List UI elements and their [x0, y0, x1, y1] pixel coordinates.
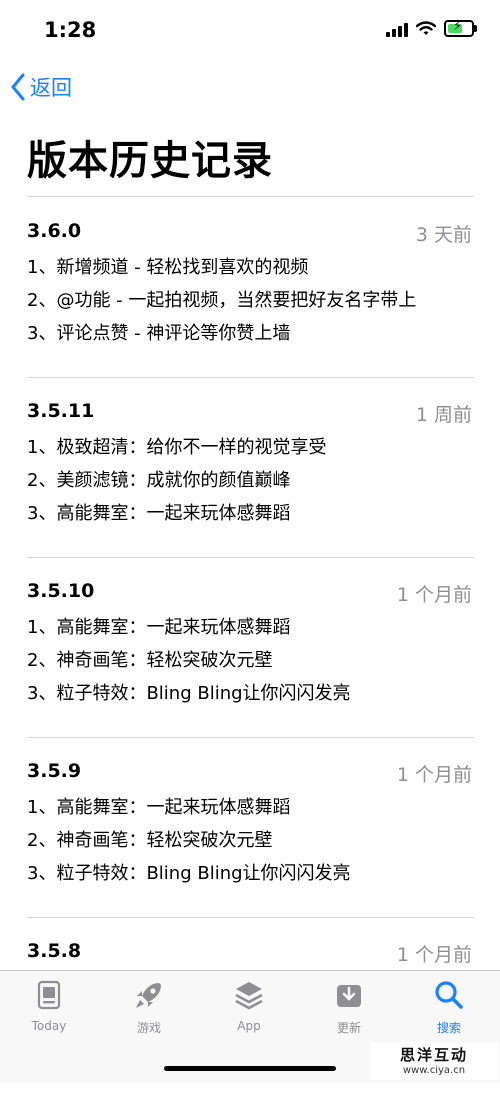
- page-title: 版本历史记录: [27, 138, 273, 184]
- status-time: 1:28: [44, 18, 97, 42]
- tab-games[interactable]: 游戏: [109, 979, 189, 1036]
- release-note: 1、高能舞室：一起来玩体感舞蹈: [27, 797, 291, 818]
- tab-label: 更新: [336, 1021, 361, 1035]
- chevron-left-icon: [11, 73, 25, 101]
- version-entry: 3.6.0 3 天前 1、新增频道 - 轻松找到喜欢的视频 2、@功能 - 一起…: [27, 198, 474, 378]
- back-button[interactable]: 返回: [10, 72, 72, 102]
- back-label: 返回: [30, 76, 72, 100]
- download-tray-icon: [337, 985, 361, 1007]
- release-note: 2、神奇画笔：轻松突破次元壁: [27, 650, 273, 671]
- version-number: 3.5.8: [27, 940, 82, 962]
- today-icon: [37, 980, 61, 1010]
- tab-apps[interactable]: App: [209, 979, 289, 1033]
- title-divider: [27, 196, 474, 197]
- app-stack-icon: [235, 982, 263, 1010]
- watermark-text: 思洋互动: [399, 1046, 468, 1064]
- version-date: 1 个月前: [396, 764, 472, 786]
- tab-label: App: [237, 1019, 261, 1033]
- version-number: 3.6.0: [27, 220, 82, 242]
- version-date: 1 个月前: [396, 584, 472, 606]
- cellular-signal-icon: [386, 21, 408, 37]
- status-icons: ⚡: [386, 19, 477, 37]
- release-note: 3、评论点赞 - 神评论等你赞上墙: [27, 323, 291, 344]
- release-note: 1、高能舞室：一起来玩体感舞蹈: [27, 617, 291, 638]
- tab-label: Today: [31, 1019, 67, 1033]
- version-number: 3.5.11: [27, 400, 95, 422]
- version-number: 3.5.10: [27, 580, 95, 602]
- version-date: 3 天前: [415, 224, 472, 246]
- rocket-icon: [136, 983, 161, 1008]
- release-notes: 1、新增频道 - 轻松找到喜欢的视频 2、@功能 - 一起拍视频，当然要把好友名…: [27, 251, 416, 350]
- battery-icon: ⚡: [444, 19, 477, 37]
- release-notes: 1、高能舞室：一起来玩体感舞蹈 2、神奇画笔：轻松突破次元壁 3、粒子特效：Bl…: [27, 791, 351, 890]
- wifi-icon: [416, 21, 436, 35]
- version-date: 1 周前: [415, 404, 472, 426]
- tab-label: 搜索: [436, 1021, 461, 1035]
- watermark: 思洋互动 www.ciya.cn: [370, 1042, 498, 1080]
- release-notes: 1、极致超清：给你不一样的视觉享受 2、美颜滤镜：成就你的颜值巅峰 3、高能舞室…: [27, 431, 326, 530]
- release-note: 3、粒子特效：Bling Bling让你闪闪发亮: [27, 863, 351, 884]
- search-icon: [435, 981, 463, 1009]
- release-note: 1、新增频道 - 轻松找到喜欢的视频: [27, 257, 309, 278]
- tab-updates[interactable]: 更新: [309, 979, 389, 1036]
- version-history-list[interactable]: 3.6.0 3 天前 1、新增频道 - 轻松找到喜欢的视频 2、@功能 - 一起…: [27, 198, 474, 1097]
- home-indicator[interactable]: [164, 1066, 336, 1071]
- version-number: 3.5.9: [27, 760, 82, 782]
- release-note: 2、@功能 - 一起拍视频，当然要把好友名字带上: [27, 290, 417, 311]
- release-note: 2、神奇画笔：轻松突破次元壁: [27, 830, 273, 851]
- tab-today[interactable]: Today: [9, 979, 89, 1033]
- release-note: 1、极致超清：给你不一样的视觉享受: [27, 437, 327, 458]
- release-note: 2、美颜滤镜：成就你的颜值巅峰: [27, 470, 291, 491]
- tab-label: 游戏: [136, 1021, 161, 1035]
- version-entry: 3.5.9 1 个月前 1、高能舞室：一起来玩体感舞蹈 2、神奇画笔：轻松突破次…: [27, 738, 474, 918]
- version-entry: 3.5.11 1 周前 1、极致超清：给你不一样的视觉享受 2、美颜滤镜：成就你…: [27, 378, 474, 558]
- release-notes: 1、高能舞室：一起来玩体感舞蹈 2、神奇画笔：轻松突破次元壁 3、粒子特效：Bl…: [27, 611, 351, 710]
- watermark-url: www.ciya.cn: [402, 1065, 466, 1076]
- release-note: 3、粒子特效：Bling Bling让你闪闪发亮: [27, 683, 351, 704]
- version-entry: 3.5.10 1 个月前 1、高能舞室：一起来玩体感舞蹈 2、神奇画笔：轻松突破…: [27, 558, 474, 738]
- release-note: 3、高能舞室：一起来玩体感舞蹈: [27, 503, 291, 524]
- version-date: 1 个月前: [396, 944, 472, 966]
- status-bar: 1:28 ⚡: [0, 0, 500, 62]
- tab-search[interactable]: 搜索: [409, 979, 489, 1036]
